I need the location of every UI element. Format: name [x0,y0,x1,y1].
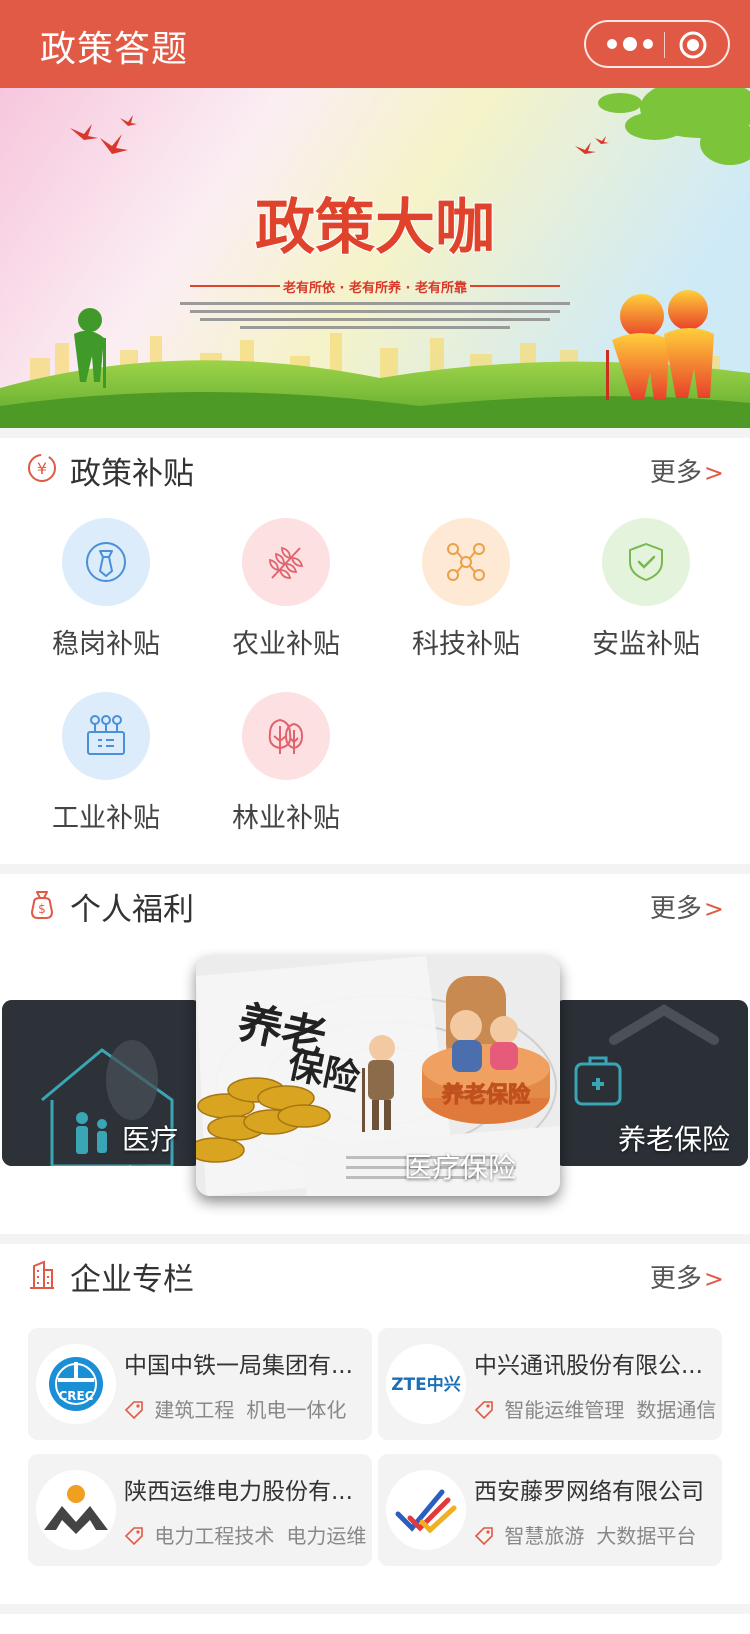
carousel-slide-label: 医疗保 [122,1123,179,1166]
company-tags: 智慧旅游 大数据平台 [474,1520,718,1549]
welfare-section-header: $ 个人福利 更多> [0,874,750,934]
company-tag: 建筑工程 [154,1398,235,1422]
chevron-right-icon: > [703,1265,724,1293]
chevron-right-icon: > [703,895,724,923]
company-card[interactable]: 陕西运维电力股份有... 电力工程技术 电力运维 [28,1454,372,1566]
welfare-more-link[interactable]: 更多> [650,888,724,925]
carousel-slide-center[interactable]: 养老 保险 养老保险 医疗保险 [196,956,560,1196]
company-tag: 智慧旅游 [504,1524,585,1548]
company-tag: 数据通信 [636,1398,717,1422]
grid-item-forestry[interactable]: 林业补贴 [196,692,376,842]
company-name: 西安藤罗网络有限公司 [474,1479,704,1505]
tag-icon [124,1401,143,1420]
chevron-right-icon: > [703,459,724,487]
enterprise-more-link[interactable]: 更多> [650,1258,724,1295]
welfare-more-label: 更多 [649,894,702,924]
enterprise-section-header: 企业专栏 更多> [0,1244,750,1304]
banner-illustration: 政策大咖 老有所依 · 老有所养 · 老有所靠 [0,88,750,428]
machine-icon-circle [62,692,150,780]
tree-icon-circle [242,692,330,780]
stamp-badge-text: 养老保险 [441,1082,531,1108]
company-name: 中国中铁一局集团有... [124,1353,353,1379]
company-tags: 建筑工程 机电一体化 [124,1394,368,1423]
grid-item-label: 稳岗补贴 [52,629,160,660]
more-dots-icon[interactable] [604,35,656,53]
molecule-icon-circle [422,518,510,606]
grid-item-label: 林业补贴 [232,803,340,834]
crec-logo: CREC [36,1344,116,1424]
company-tag: 机电一体化 [246,1398,347,1422]
next-section-edge [0,1614,750,1634]
carousel-slide-label: 医疗保险 [404,1151,517,1184]
grid-item-stable-job[interactable]: 稳岗补贴 [16,518,196,668]
grid-item-industry[interactable]: 工业补贴 [16,692,196,842]
svg-text:$: $ [38,902,46,916]
grid-item-label: 科技补贴 [412,629,520,660]
tag-icon [474,1527,493,1546]
company-tags: 智能运维管理 数据通信 [474,1394,718,1423]
building-icon [30,1260,54,1289]
molecule-icon [447,543,485,581]
enterprise-more-label: 更多 [649,1264,702,1294]
carousel-slide-right[interactable]: 养老保险 [554,1000,748,1166]
company-tags: 电力工程技术 电力运维 [124,1520,368,1549]
company-tag: 智能运维管理 [504,1398,625,1422]
mountain-sun-logo [36,1470,116,1550]
policy-section-title: 政策补贴 [70,456,194,492]
zte-logo: ZTE中兴 [386,1344,466,1424]
grid-item-safety[interactable]: 安监补贴 [556,518,736,668]
company-card[interactable]: ZTE中兴 中兴通讯股份有限公... 智能运维管理 数据通信 [378,1328,722,1440]
company-card[interactable]: CREC 中国中铁一局集团有... 建筑工程 机电一体化 [28,1328,372,1440]
shield-check-icon-circle [602,518,690,606]
machine-icon [87,715,125,755]
grid-item-label: 工业补贴 [52,803,160,834]
money-bag-icon: $ [31,891,53,919]
svg-text:¥: ¥ [37,459,47,478]
carousel-slide-left[interactable]: 医疗保 [2,1000,202,1166]
company-card[interactable]: 西安藤罗网络有限公司 智慧旅游 大数据平台 [378,1454,722,1566]
company-name: 中兴通讯股份有限公... [474,1353,703,1379]
capsule-divider [664,32,665,58]
shield-check-icon [629,543,663,581]
company-tag: 大数据平台 [596,1524,697,1548]
banner[interactable]: 政策大咖 老有所依 · 老有所养 · 老有所靠 [0,88,750,428]
carousel-slide-label: 养老保险 [618,1123,731,1156]
policy-more-link[interactable]: 更多> [650,452,724,489]
tag-icon [124,1527,143,1546]
policy-section: ¥ 政策补贴 更多> 稳岗补贴 农业补贴 科技补贴 安监补贴 工业补贴 林业补贴 [0,438,750,864]
grid-item-label: 安监补贴 [592,629,700,660]
grid-item-agriculture[interactable]: 农业补贴 [196,518,376,668]
tree-icon [268,718,304,754]
company-name: 陕西运维电力股份有... [124,1479,353,1505]
tie-icon [86,542,126,582]
enterprise-section: 企业专栏 更多> CREC 中国中铁一局集团有... 建筑工程 机电一体化 ZTE… [0,1244,750,1604]
svg-text:CREC: CREC [58,1389,93,1403]
policy-section-header: ¥ 政策补贴 更多> [0,438,750,498]
grid-item-technology[interactable]: 科技补贴 [376,518,556,668]
welfare-section-title: 个人福利 [70,892,194,928]
enterprise-section-title: 企业专栏 [70,1262,194,1298]
check-marks-logo [386,1470,466,1550]
yen-coin-icon: ¥ [28,454,56,482]
company-tag: 电力工程技术 [154,1524,275,1548]
company-tag: 电力运维 [286,1524,367,1548]
grid-item-label: 农业补贴 [232,629,340,660]
page-title: 政策答题 [40,29,189,70]
leaf-icon-circle [242,518,330,606]
tag-icon [474,1401,493,1420]
tie-icon-circle [62,518,150,606]
zte-logo-text: ZTE中兴 [391,1374,461,1395]
mini-program-capsule[interactable] [584,20,730,68]
close-target-icon[interactable] [678,30,708,60]
top-nav-bar: 政策答题 [0,0,750,88]
banner-subtitle: 老有所依 · 老有所养 · 老有所靠 [282,280,467,296]
leaf-icon [269,546,304,579]
policy-more-label: 更多 [649,458,702,488]
banner-title: 政策大咖 [255,193,495,263]
